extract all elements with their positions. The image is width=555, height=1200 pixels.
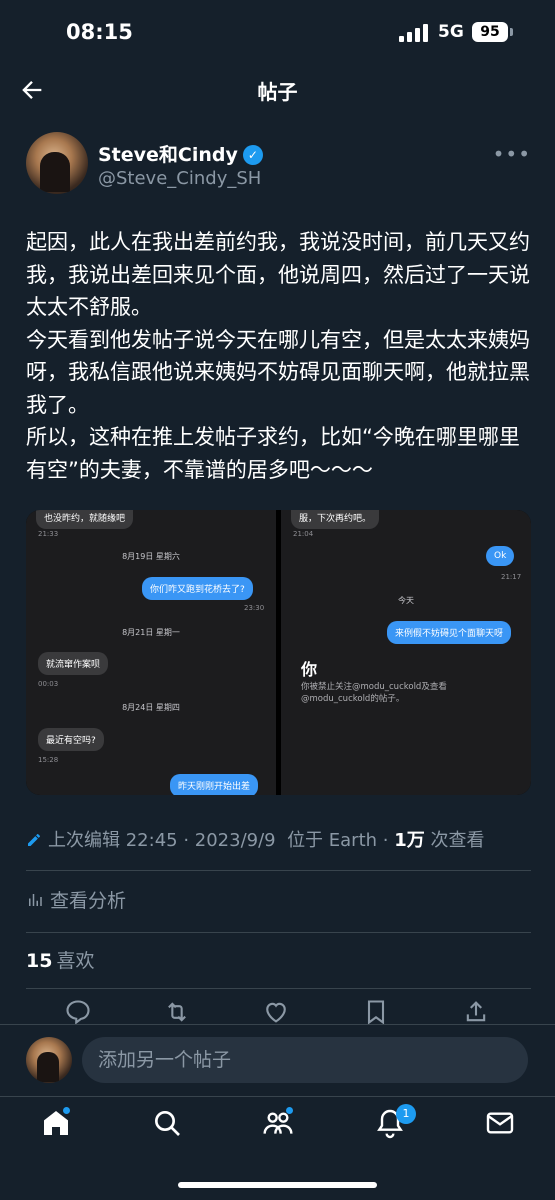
repost-icon[interactable]	[163, 998, 191, 1026]
post-image[interactable]: 也没昨约，就随缘吧 21:33 8月19日 星期六 你们咋又跑到花桥去了? 23…	[26, 510, 531, 795]
chat-bubble: Ok	[486, 546, 515, 566]
blocked-notice-line2: @modu_cuckold的帖子。	[301, 694, 405, 704]
divider	[26, 988, 531, 989]
chat-screenshot-right: 服，下次再约吧。 21:04 Ok 21:17 今天 来例假不妨碍见个面聊天呀 …	[281, 510, 531, 795]
chat-timestamp: 21:33	[38, 530, 59, 538]
reply-input[interactable]	[82, 1037, 528, 1083]
likes-count: 15	[26, 950, 53, 972]
bookmark-icon[interactable]	[362, 998, 390, 1026]
chat-bubble: 最近有空吗?	[38, 728, 104, 751]
chat-bubble: 就流窜作案呗	[38, 652, 109, 675]
view-analytics-link[interactable]: 查看分析	[26, 886, 126, 913]
communities-new-dot	[286, 1107, 293, 1114]
my-avatar[interactable]	[26, 1037, 72, 1083]
chat-date: 8月24日 星期四	[122, 703, 180, 712]
messages-mail-icon[interactable]	[484, 1107, 516, 1139]
edit-pencil-icon	[28, 834, 40, 846]
blocked-notice-line1: 你被禁止关注@modu_cuckold及查看	[301, 682, 447, 692]
post-author: Steve和Cindy ✓ @Steve_Cindy_SH •••	[26, 132, 531, 198]
chat-bubble: 服，下次再约吧。	[291, 510, 380, 529]
notifications-badge: 1	[396, 1104, 416, 1124]
share-icon[interactable]	[462, 998, 490, 1026]
views-count: 1万	[394, 830, 425, 851]
chat-date: 8月19日 星期六	[122, 552, 180, 561]
author-avatar[interactable]	[26, 132, 88, 194]
home-new-dot	[63, 1107, 70, 1114]
post-location: 位于 Earth	[287, 830, 378, 851]
author-name-row[interactable]: Steve和Cindy ✓	[98, 140, 263, 167]
verified-badge-icon: ✓	[242, 145, 263, 165]
search-icon[interactable]	[151, 1107, 183, 1139]
author-handle[interactable]: @Steve_Cindy_SH	[98, 168, 261, 189]
chat-screenshot-left: 也没昨约，就随缘吧 21:33 8月19日 星期六 你们咋又跑到花桥去了? 23…	[26, 510, 276, 795]
post-text: 起因，此人在我出差前约我，我说没时间，前几天又约我，我说出差回来见个面，他说周四…	[26, 230, 530, 482]
chat-date: 今天	[398, 596, 414, 605]
author-name[interactable]: Steve和Cindy	[98, 144, 238, 166]
chat-timestamp: 15:28	[38, 756, 59, 764]
views-label: 次查看	[430, 830, 485, 851]
you-label: 你	[301, 660, 318, 679]
likes-label: 喜欢	[56, 950, 95, 972]
battery-icon: 95	[472, 22, 508, 42]
chat-timestamp: 23:30	[244, 604, 265, 612]
reply-icon[interactable]	[64, 998, 92, 1026]
network-type: 5G	[438, 22, 464, 42]
post-meta: 上次编辑 22:45 · 2023/9/9 位于 Earth · 1万 次查看	[26, 826, 531, 852]
divider	[26, 870, 531, 871]
likes-count-row[interactable]: 15 喜欢	[26, 946, 94, 973]
status-bar: 08:15 5G 95	[0, 0, 555, 62]
divider	[26, 932, 531, 933]
analytics-bars-icon	[29, 894, 42, 906]
analytics-label: 查看分析	[50, 890, 127, 912]
battery-tip	[510, 28, 513, 36]
chat-bubble: 来例假不妨碍见个面聊天呀	[387, 621, 512, 644]
chat-bubble: 你们咋又跑到花桥去了?	[142, 577, 253, 600]
more-options-icon[interactable]: •••	[493, 142, 531, 166]
status-time: 08:15	[66, 20, 133, 44]
home-indicator	[178, 1182, 377, 1188]
edited-timestamp[interactable]: 上次编辑 22:45 · 2023/9/9	[48, 830, 276, 851]
chat-timestamp: 00:03	[38, 680, 59, 688]
chat-timestamp: 21:17	[501, 573, 522, 581]
page-title: 帖子	[257, 80, 298, 104]
reply-composer	[0, 1024, 555, 1096]
chat-bubble: 也没昨约，就随缘吧	[36, 510, 134, 529]
chat-bubble: 昨天刚刚开始出差	[170, 774, 259, 795]
page-header: 帖子	[0, 62, 555, 118]
chat-timestamp: 21:04	[293, 530, 314, 538]
signal-icon	[399, 24, 429, 42]
chat-date: 8月21日 星期一	[122, 628, 180, 637]
like-heart-icon[interactable]	[262, 998, 290, 1026]
